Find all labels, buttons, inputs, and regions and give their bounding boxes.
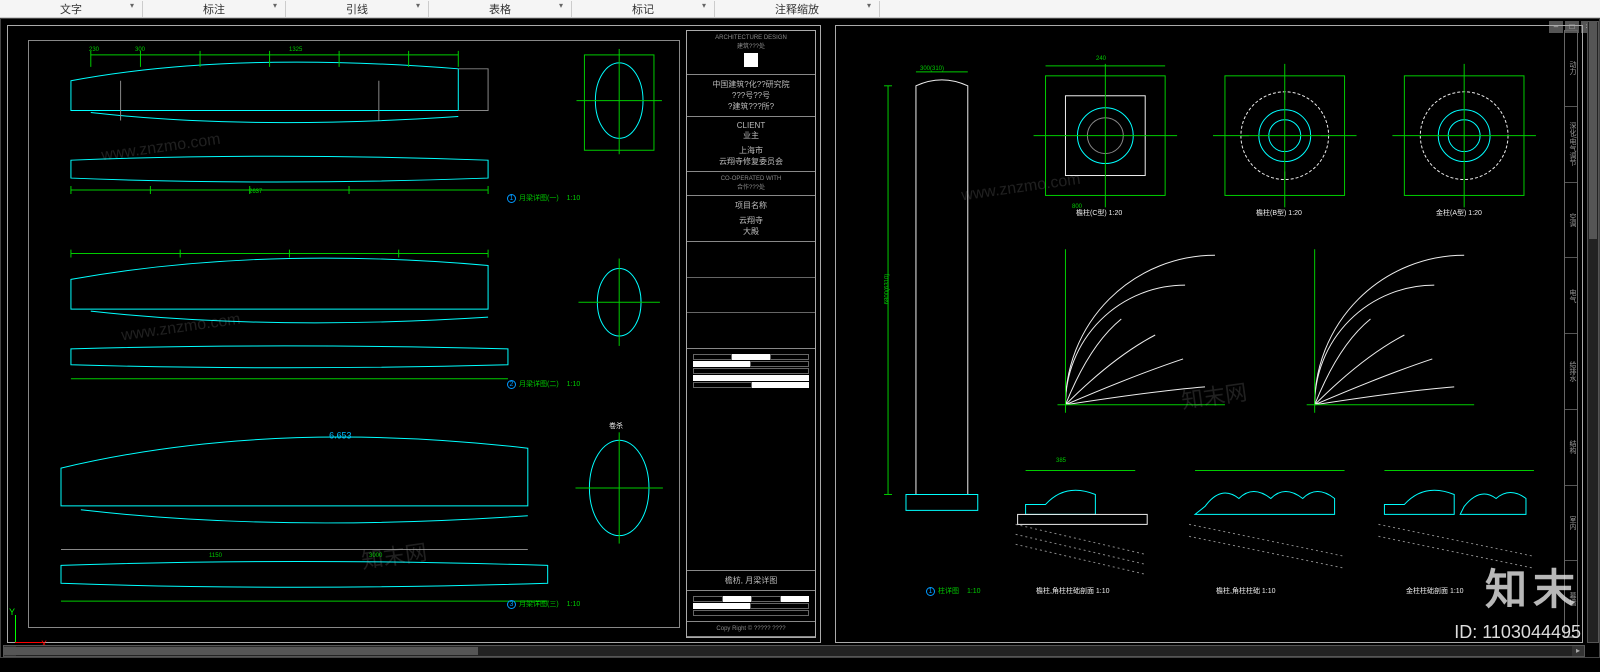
strip-seg: 给排水 <box>1565 334 1577 410</box>
dim: 2637 <box>249 189 262 195</box>
ribbon-tab-annoscale[interactable]: 注释缩放 <box>715 1 880 17</box>
ribbon-tab-leader[interactable]: 引线 <box>286 1 429 17</box>
tb-footer: Copy Right © ????? ???? <box>687 622 815 637</box>
tb-institute: 中国建筑?化??研究院 ???号??号 ?建筑???所? <box>687 75 815 117</box>
tb-drawing-title: 檐枋, 月梁详图 <box>687 571 815 591</box>
view-label-2: 2 月梁详图(二) 1:10 <box>507 379 580 389</box>
strip-seg: 室内 <box>1565 486 1577 562</box>
image-id: ID: 1103044495 <box>1454 622 1581 643</box>
base-sec-2: 檐柱,角柱柱础 1:10 <box>1216 586 1276 596</box>
v-scrollbar[interactable] <box>1587 21 1599 643</box>
v-scroll-thumb[interactable] <box>1589 22 1597 239</box>
sheet-frame-2: 动力 深化/电气调节 空调 电气 给排水 结构 室内 幕墙 <box>835 25 1583 643</box>
svg-text:6.653: 6.653 <box>329 430 351 440</box>
tb-revisions <box>687 349 815 571</box>
dim: 800 <box>1072 204 1082 210</box>
col-type-c: 檐柱(C型) 1:20 <box>1076 208 1122 218</box>
scroll-right-icon[interactable]: ▸ <box>1572 646 1584 656</box>
view-label-1: 1 月梁详图(一) 1:10 <box>507 193 580 203</box>
discipline-strip: 动力 深化/电气调节 空调 电气 给排水 结构 室内 幕墙 <box>1564 30 1578 638</box>
strip-seg: 动力 <box>1565 31 1577 107</box>
drawing-viewport[interactable]: – □ × <box>0 18 1600 658</box>
dim: 300(310) <box>920 66 944 72</box>
ribbon-tabs: 文字 标注 引线 表格 标记 注释缩放 <box>0 0 1600 18</box>
tb-client: CLIENT 业主 上海市 云翔寺修复委员会 <box>687 117 815 172</box>
base-sec-1: 檐柱,角柱柱础剖面 1:10 <box>1036 586 1110 596</box>
base-sec-3: 金柱柱础剖面 1:10 <box>1406 586 1464 596</box>
strip-seg: 空调 <box>1565 183 1577 259</box>
title-block-1: ARCHITECTURE DESIGN 建筑???处 中国建筑?化??研究院 ?… <box>686 30 816 638</box>
dim: 1325 <box>289 47 302 53</box>
h-scroll-thumb[interactable] <box>4 647 478 655</box>
tb-grid <box>687 242 815 349</box>
col-type-b: 檐柱(B型) 1:20 <box>1256 208 1302 218</box>
tb-project: 项目名称 云翔寺 大殿 <box>687 196 815 242</box>
cad-canvas[interactable]: 6.653 1 月梁详图(一) 1:1 <box>1 19 1599 657</box>
sheet2-svg <box>836 26 1582 642</box>
dim: 240 <box>1096 56 1106 62</box>
view-label-3: 3 月梁详图(三) 1:10 <box>507 599 580 609</box>
dim: 300 <box>135 47 145 53</box>
col-type-a: 金柱(A型) 1:20 <box>1436 208 1482 218</box>
ribbon-tab-dim[interactable]: 标注 <box>143 1 286 17</box>
dim: 3000 <box>369 553 382 559</box>
ribbon-tab-text[interactable]: 文字 <box>0 1 143 17</box>
strip-seg: 深化/电气调节 <box>1565 107 1577 183</box>
section-note: 卷杀 <box>609 421 623 431</box>
sheet-inner-1: 6.653 1 月梁详图(一) 1:1 <box>28 40 680 628</box>
strip-seg: 电气 <box>1565 258 1577 334</box>
sheet-frame-1: 6.653 1 月梁详图(一) 1:1 <box>7 25 821 643</box>
dim: 1150 <box>209 553 222 559</box>
dim: 6800(6310) <box>884 274 890 305</box>
tb-arch: ARCHITECTURE DESIGN 建筑???处 <box>687 31 815 75</box>
ribbon-tab-table[interactable]: 表格 <box>429 1 572 17</box>
brand-watermark: 知末 <box>1485 556 1581 617</box>
ribbon-tab-mark[interactable]: 标记 <box>572 1 715 17</box>
strip-seg: 结构 <box>1565 410 1577 486</box>
dim: 385 <box>1056 458 1066 464</box>
tb-sig <box>687 591 815 622</box>
h-scrollbar[interactable]: ◂ ▸ <box>3 645 1585 657</box>
sheet1-svg: 6.653 <box>29 41 679 627</box>
tb-coop: CO-OPERATED WITH 合作???处 <box>687 172 815 196</box>
dim: 230 <box>89 47 99 53</box>
col-elev-label: 1 柱详图 1:10 <box>926 586 981 596</box>
